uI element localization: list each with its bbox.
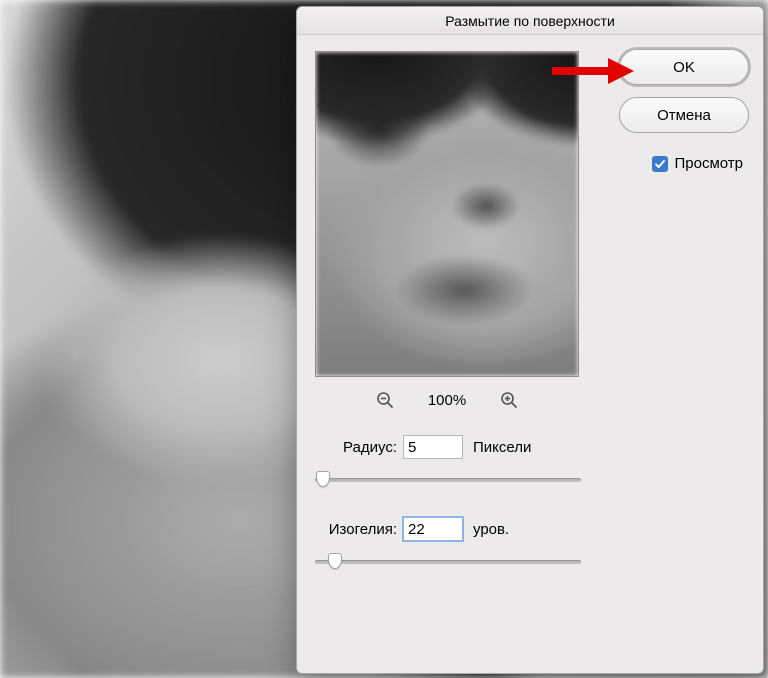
radius-label: Радиус:	[315, 439, 397, 456]
ok-button[interactable]: OK	[619, 49, 749, 85]
preview-area[interactable]	[315, 51, 579, 377]
slider-track	[315, 478, 581, 482]
preview-checkbox-row[interactable]: Просмотр	[652, 155, 749, 172]
slider-thumb[interactable]	[328, 553, 342, 569]
zoom-out-icon[interactable]	[376, 391, 394, 409]
dialog-title: Размытие по поверхности	[297, 7, 763, 35]
preview-checkbox-label: Просмотр	[674, 155, 743, 172]
slider-thumb[interactable]	[316, 471, 330, 487]
threshold-slider[interactable]	[315, 549, 581, 573]
zoom-in-icon[interactable]	[500, 391, 518, 409]
radius-slider[interactable]	[315, 467, 581, 491]
checkbox-checked-icon[interactable]	[652, 156, 668, 172]
zoom-controls: 100%	[315, 391, 579, 409]
threshold-row: Изогелия: уров.	[315, 517, 585, 541]
radius-row: Радиус: Пиксели	[315, 435, 585, 459]
threshold-label: Изогелия:	[315, 521, 397, 538]
threshold-input[interactable]	[403, 517, 463, 541]
radius-unit: Пиксели	[473, 439, 531, 456]
slider-track	[315, 560, 581, 564]
cancel-button[interactable]: Отмена	[619, 97, 749, 133]
threshold-unit: уров.	[473, 521, 509, 538]
preview-image	[316, 52, 578, 376]
radius-input[interactable]	[403, 435, 463, 459]
surface-blur-dialog: Размытие по поверхности 100% Радиус: Пик…	[296, 6, 764, 674]
dialog-buttons: OK Отмена Просмотр	[599, 49, 749, 172]
dialog-content: 100% Радиус: Пиксели Изогелия: уров. OK …	[297, 35, 763, 589]
zoom-level: 100%	[428, 392, 466, 409]
